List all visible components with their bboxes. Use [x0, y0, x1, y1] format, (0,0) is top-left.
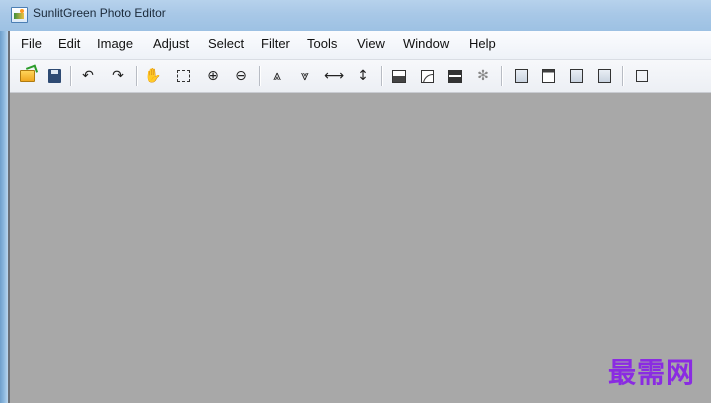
horizontal-arrow-icon: ⟷ — [323, 68, 345, 84]
toolbar-separator — [622, 66, 623, 86]
menu-select[interactable]: Select — [208, 36, 244, 51]
save-button[interactable] — [44, 66, 64, 86]
toolbar-separator — [259, 66, 260, 86]
window-title: SunlitGreen Photo Editor — [33, 6, 166, 20]
full-screen-button[interactable] — [632, 66, 652, 86]
menu-edit[interactable]: Edit — [58, 36, 80, 51]
panel-three-button[interactable] — [566, 66, 586, 86]
client-area: File Edit Image Adjust Select Filter Too… — [10, 31, 711, 403]
menu-filter[interactable]: Filter — [261, 36, 290, 51]
levels-icon — [392, 69, 406, 83]
undo-icon: ↶ — [82, 68, 94, 84]
full-screen-icon — [636, 70, 648, 82]
flip-horizontal-icon: ⩓ — [273, 68, 281, 84]
app-window: SunlitGreen Photo Editor File Edit Image… — [0, 0, 711, 403]
undo-button[interactable]: ↶ — [78, 66, 98, 86]
save-icon — [47, 69, 61, 83]
levels-button[interactable] — [389, 66, 409, 86]
menu-image[interactable]: Image — [97, 36, 133, 51]
select-tool-button[interactable] — [173, 66, 193, 86]
menu-help[interactable]: Help — [469, 36, 496, 51]
open-file-button[interactable] — [17, 66, 37, 86]
menu-bar: File Edit Image Adjust Select Filter Too… — [10, 31, 711, 60]
vertical-arrow-icon: ↕ — [357, 68, 369, 84]
watermark-text: 最需网 — [607, 356, 695, 389]
panel-icon — [514, 69, 528, 83]
panel-four-button[interactable] — [594, 66, 614, 86]
hand-icon: ✋ — [144, 68, 162, 84]
redo-button[interactable]: ↷ — [108, 66, 128, 86]
flip-vertical-icon: ⩔ — [301, 68, 309, 84]
toolbar: ↶ ↷ ✋ ⊕ ⊖ ⩓ ⩔ ⟷ ↕ ✻ — [10, 60, 711, 93]
menu-file[interactable]: File — [21, 36, 42, 51]
document-icon — [569, 69, 583, 83]
panel-two-button[interactable] — [538, 66, 558, 86]
resize-height-button[interactable]: ↕ — [353, 66, 373, 86]
histogram-button[interactable] — [445, 66, 465, 86]
curves-button[interactable] — [417, 66, 437, 86]
menu-window[interactable]: Window — [403, 36, 449, 51]
toolbar-separator — [381, 66, 382, 86]
menu-adjust[interactable]: Adjust — [153, 36, 189, 51]
hand-tool-button[interactable]: ✋ — [143, 66, 163, 86]
brightness-icon: ✻ — [477, 68, 489, 84]
toolbar-separator — [501, 66, 502, 86]
zoom-in-icon: ⊕ — [207, 68, 219, 84]
histogram-icon — [448, 69, 462, 83]
flip-horizontal-button[interactable]: ⩓ — [267, 66, 287, 86]
zoom-in-button[interactable]: ⊕ — [203, 66, 223, 86]
panel-one-button[interactable] — [511, 66, 531, 86]
menu-tools[interactable]: Tools — [307, 36, 337, 51]
app-icon — [11, 7, 28, 23]
zoom-out-button[interactable]: ⊖ — [231, 66, 251, 86]
panel-dark-icon — [541, 69, 555, 83]
title-bar[interactable]: SunlitGreen Photo Editor — [0, 0, 711, 31]
zoom-out-icon: ⊖ — [235, 68, 247, 84]
redo-icon: ↷ — [112, 68, 124, 84]
toolbar-separator — [70, 66, 71, 86]
document-stats-icon — [597, 69, 611, 83]
canvas-area[interactable]: 最需网 — [10, 93, 711, 403]
flip-vertical-button[interactable]: ⩔ — [295, 66, 315, 86]
menu-view[interactable]: View — [357, 36, 385, 51]
curves-icon — [420, 69, 434, 83]
toolbar-separator — [136, 66, 137, 86]
open-folder-icon — [19, 70, 35, 82]
resize-width-button[interactable]: ⟷ — [324, 66, 344, 86]
brightness-button[interactable]: ✻ — [473, 66, 493, 86]
marquee-select-icon — [176, 70, 190, 82]
